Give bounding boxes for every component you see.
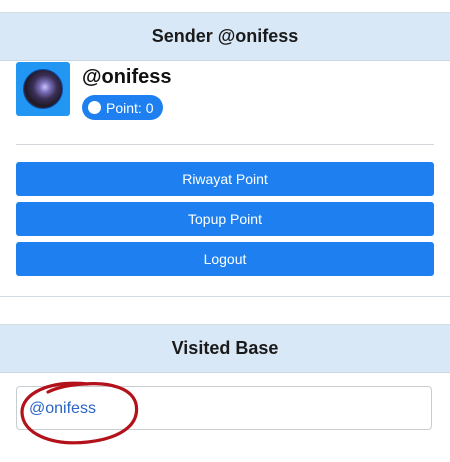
visited-base-item[interactable]: @onifess	[16, 386, 432, 430]
point-dot-icon	[88, 101, 101, 114]
avatar[interactable]	[16, 62, 70, 116]
topup-point-button[interactable]: Topup Point	[16, 202, 434, 236]
username: @onifess	[82, 66, 172, 88]
point-label: Point: 0	[106, 99, 154, 116]
sender-header: Sender @onifess	[0, 13, 450, 61]
logout-button[interactable]: Logout	[16, 242, 434, 276]
divider	[16, 144, 434, 145]
point-badge: Point: 0	[82, 95, 164, 120]
top-strip	[0, 0, 450, 12]
profile-section: @onifess Point: 0	[16, 62, 434, 132]
visited-header: Visited Base	[0, 325, 450, 373]
avatar-image	[23, 69, 63, 109]
riwayat-point-button[interactable]: Riwayat Point	[16, 162, 434, 196]
